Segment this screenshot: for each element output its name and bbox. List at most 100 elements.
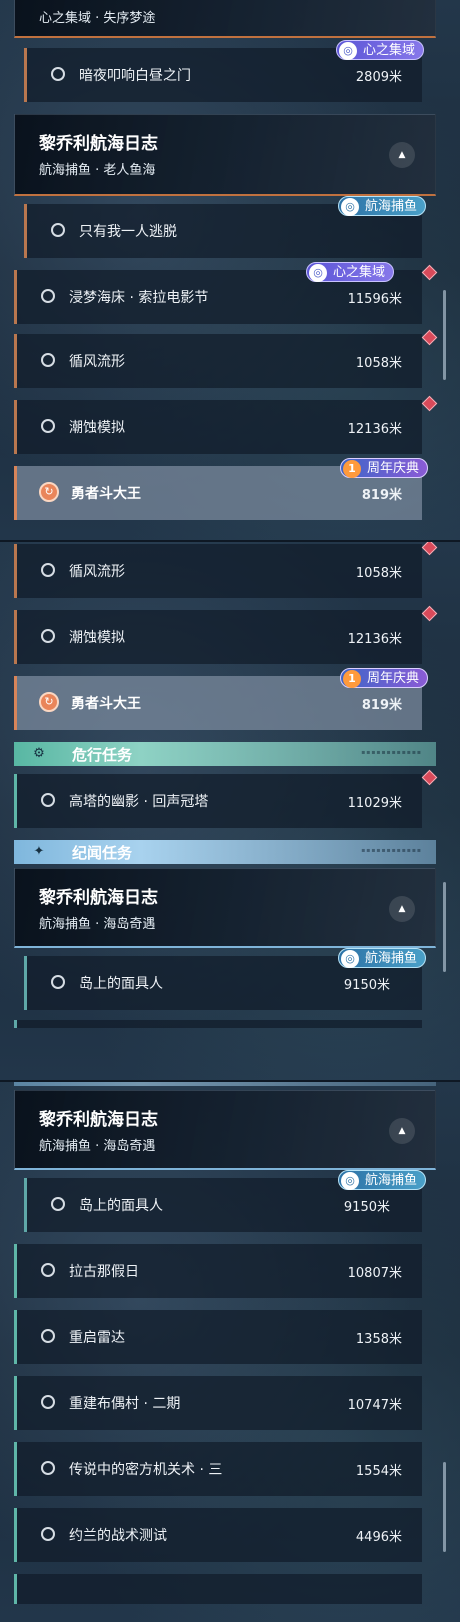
task-name: 拉古那假日	[69, 1264, 139, 1280]
task-name: 潮蚀模拟	[69, 630, 125, 646]
red-diamond-icon	[421, 605, 438, 622]
task-name: 暗夜叩响白昼之门	[79, 68, 191, 84]
radio-circle-icon	[41, 289, 55, 303]
scrollbar[interactable]	[443, 1462, 446, 1552]
swirl-icon: ◎	[309, 264, 327, 282]
red-diamond-icon	[421, 264, 438, 281]
sparkle-star-icon: ✦	[33, 844, 45, 859]
radio-circle-icon	[41, 793, 55, 807]
red-diamond-icon	[421, 329, 438, 346]
badge-label: 航海捕鱼	[365, 951, 418, 966]
quest-group-header[interactable]: 黎乔利航海日志 航海捕鱼 · 海岛奇遇 ▲	[14, 868, 436, 948]
task-row[interactable]: 重建布偶村 · 二期 10747米	[14, 1376, 422, 1430]
radio-circle-icon	[41, 1395, 55, 1409]
triangle-up-icon: ▲	[398, 904, 406, 914]
badge-label: 周年庆典	[367, 461, 420, 476]
badge-label: 心之集域	[333, 265, 386, 280]
radio-circle-icon	[41, 563, 55, 577]
triangle-up-icon: ▲	[398, 1126, 406, 1136]
task-row[interactable]: 潮蚀模拟 12136米	[14, 610, 422, 664]
task-name: 勇者斗大王	[71, 486, 141, 502]
task-name: 重建布偶村 · 二期	[69, 1396, 181, 1412]
task-distance: 12136米	[347, 422, 402, 437]
task-distance: 11596米	[347, 292, 402, 307]
radio-circle-icon	[51, 223, 65, 237]
decorative-text: ▪▪▪▪▪▪▪▪▪▪▪▪	[361, 749, 422, 756]
task-name: 高塔的幽影 · 回声冠塔	[69, 794, 209, 810]
radio-circle-icon	[41, 1461, 55, 1475]
scrollbar[interactable]	[443, 290, 446, 380]
group-subtitle: 航海捕鱼 · 老人鱼海	[39, 163, 156, 178]
radio-circle-icon	[41, 353, 55, 367]
task-distance: 4496米	[355, 1530, 402, 1545]
radio-circle-icon	[41, 1329, 55, 1343]
anniversary-number-icon: 1	[343, 670, 361, 688]
task-distance: 1058米	[355, 356, 402, 371]
task-name: 重启雷达	[69, 1330, 125, 1346]
task-row-clipped[interactable]	[14, 1574, 422, 1604]
task-row[interactable]: 高塔的幽影 · 回声冠塔 11029米	[14, 774, 422, 828]
red-diamond-icon	[421, 395, 438, 412]
task-distance: 9150米	[343, 978, 390, 993]
radio-circle-icon	[51, 975, 65, 989]
task-row[interactable]: 传说中的密方机关术 · 三 1554米	[14, 1442, 422, 1496]
swirl-icon: ◎	[339, 42, 357, 60]
group-title: 黎乔利航海日志	[39, 134, 158, 154]
anniversary-number-icon: 1	[343, 460, 361, 478]
decorative-text: ▪▪▪▪▪▪▪▪▪▪▪▪	[361, 847, 422, 854]
task-row[interactable]: 潮蚀模拟 12136米	[14, 400, 422, 454]
task-name: 只有我一人逃脱	[79, 224, 177, 240]
radio-circle-icon	[51, 67, 65, 81]
swirl-icon: ◎	[341, 950, 359, 968]
badge-label: 航海捕鱼	[365, 199, 418, 214]
quest-group-header[interactable]: 心之集域 · 失序梦途	[14, 0, 436, 38]
event-badge: ◎ 航海捕鱼	[338, 196, 427, 216]
task-distance: 1058米	[355, 566, 402, 581]
red-diamond-icon	[421, 769, 438, 786]
task-row[interactable]: 拉古那假日 10807米	[14, 1244, 422, 1298]
task-distance: 819米	[361, 698, 402, 713]
group-title: 黎乔利航海日志	[39, 1110, 158, 1130]
task-row-clipped[interactable]	[14, 1020, 422, 1028]
task-row[interactable]: 循风流形 1058米	[14, 544, 422, 598]
task-row[interactable]: 循风流形 1058米	[14, 334, 422, 388]
section-header-danger[interactable]: ⚙ 危行任务 ▪▪▪▪▪▪▪▪▪▪▪▪	[14, 742, 436, 766]
task-distance: 2809米	[355, 70, 402, 85]
task-distance: 10747米	[347, 1398, 402, 1413]
red-diamond-icon	[421, 542, 438, 556]
radio-circle-icon	[41, 419, 55, 433]
event-badge: ◎ 航海捕鱼	[338, 1170, 427, 1190]
collapse-button[interactable]: ▲	[389, 1118, 415, 1144]
event-badge: ◎ 心之集域	[336, 40, 425, 60]
radio-circle-icon	[51, 1197, 65, 1211]
scrollbar[interactable]	[443, 882, 446, 972]
event-badge: 1 周年庆典	[340, 458, 429, 478]
task-name: 循风流形	[69, 354, 125, 370]
task-distance: 10807米	[347, 1266, 402, 1281]
task-name: 约兰的战术测试	[69, 1528, 167, 1544]
quest-group-header[interactable]: 黎乔利航海日志 航海捕鱼 · 老人鱼海 ▲	[14, 114, 436, 196]
section-header-lore-clipped[interactable]	[14, 1082, 436, 1086]
group-subtitle: 航海捕鱼 · 海岛奇遇	[39, 1139, 156, 1154]
section-label: 纪闻任务	[72, 844, 133, 862]
task-row[interactable]: 约兰的战术测试 4496米	[14, 1508, 422, 1562]
task-row[interactable]: 重启雷达 1358米	[14, 1310, 422, 1364]
collapse-button[interactable]: ▲	[389, 896, 415, 922]
task-name: 浸梦海床 · 索拉电影节	[69, 290, 209, 306]
swirl-icon: ◎	[341, 1172, 359, 1190]
section-header-lore[interactable]: ✦ 纪闻任务 ▪▪▪▪▪▪▪▪▪▪▪▪	[14, 840, 436, 864]
badge-label: 周年庆典	[367, 671, 420, 686]
task-name: 岛上的面具人	[79, 976, 163, 992]
gear-eye-icon: ⚙	[33, 746, 45, 761]
triangle-up-icon: ▲	[398, 150, 406, 160]
screenshot-panel-2: 循风流形 1058米 潮蚀模拟 12136米 ↻ 勇者斗大王 819米 1 周年…	[0, 540, 460, 1082]
group-subtitle: 航海捕鱼 · 海岛奇遇	[39, 917, 156, 932]
task-distance: 819米	[361, 488, 402, 503]
quest-group-header[interactable]: 黎乔利航海日志 航海捕鱼 · 海岛奇遇 ▲	[14, 1090, 436, 1170]
collapse-button[interactable]: ▲	[389, 142, 415, 168]
event-badge: 1 周年庆典	[340, 668, 429, 688]
group-subtitle: 心之集域 · 失序梦途	[39, 11, 156, 26]
screenshot-panel-1: 心之集域 · 失序梦途 暗夜叩响白昼之门 2809米 ◎ 心之集域 黎乔利航海日…	[0, 0, 460, 540]
refresh-swirl-icon: ↻	[39, 482, 59, 502]
task-name: 潮蚀模拟	[69, 420, 125, 436]
